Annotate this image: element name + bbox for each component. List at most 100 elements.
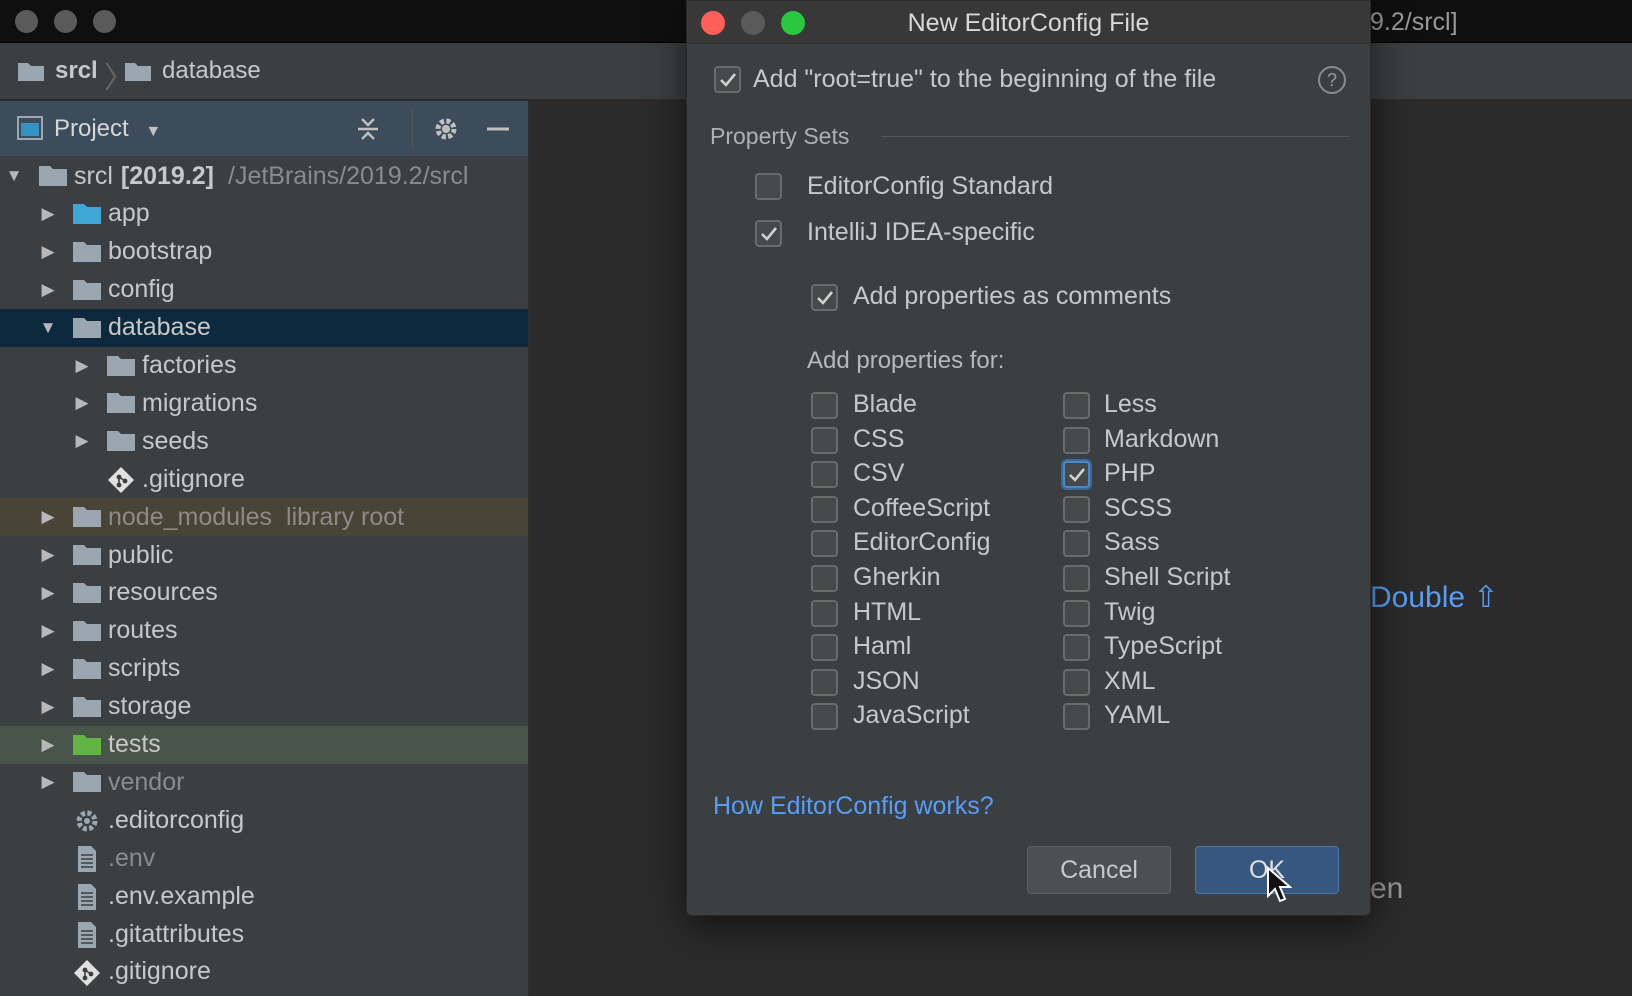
expanded-arrow-icon[interactable]: ▼: [38, 318, 58, 338]
language-editorconfig-checkbox[interactable]: [811, 530, 838, 558]
window-close-button[interactable]: [15, 10, 38, 33]
tree-item-gitattributes[interactable]: .gitattributes: [0, 915, 528, 953]
language-scss-checkbox[interactable]: [1063, 495, 1090, 523]
tree-item-config[interactable]: ▶ config: [0, 271, 528, 309]
tree-item-label: resources: [108, 578, 218, 607]
tree-item-name: .env: [108, 843, 156, 872]
tree-item-name: node_modules: [108, 502, 273, 531]
tree-item-env[interactable]: .env: [0, 839, 528, 877]
folder-icon: [72, 769, 102, 795]
help-icon[interactable]: ?: [1318, 66, 1346, 94]
tree-item-env-example[interactable]: .env.example: [0, 877, 528, 915]
window-title: 9.2/srcl]: [1370, 8, 1458, 36]
collapsed-arrow-icon[interactable]: ▶: [38, 772, 58, 792]
tree-item-factories[interactable]: ▶ factories: [0, 347, 528, 385]
checkmark-icon: [760, 226, 777, 241]
collapse-all-icon[interactable]: [352, 113, 384, 145]
intellij-specific-checkbox[interactable]: [755, 220, 782, 247]
tree-item-label: node_modules library root: [108, 503, 404, 532]
collapsed-arrow-icon[interactable]: ▶: [38, 621, 58, 641]
project-tool-window: Project ▼ ▼ srcl [2019.2] /JetBrains/2019.2…: [0, 101, 529, 996]
language-php-checkbox[interactable]: [1063, 461, 1090, 489]
tree-item-seeds[interactable]: ▶ seeds: [0, 422, 528, 460]
tree-item-label: storage: [108, 692, 191, 721]
language-gherkin-checkbox[interactable]: [811, 565, 838, 592]
language-xml-checkbox[interactable]: [1063, 668, 1090, 696]
tree-item-gitignore[interactable]: .gitignore: [0, 460, 528, 498]
language-twig-checkbox[interactable]: [1063, 599, 1090, 627]
how-editorconfig-works-link[interactable]: How EditorConfig works?: [713, 792, 994, 821]
breadcrumb-item-srcl[interactable]: srcl: [17, 57, 98, 85]
language-css-label: CSS: [853, 424, 905, 453]
tree-item-label: seeds: [142, 427, 209, 456]
collapsed-arrow-icon[interactable]: ▶: [38, 735, 58, 755]
tree-item-label: srcl [2019.2] /JetBrains/2019.2/srcl: [74, 162, 468, 191]
window-zoom-button[interactable]: [93, 10, 116, 33]
collapsed-arrow-icon[interactable]: ▶: [72, 393, 92, 413]
tree-item-app[interactable]: ▶ app: [0, 195, 528, 233]
language-shell-script-label: Shell Script: [1104, 563, 1231, 591]
language-shell-script-checkbox[interactable]: [1063, 565, 1090, 592]
language-sass-checkbox[interactable]: [1063, 530, 1090, 558]
tree-item-label: .gitattributes: [108, 920, 244, 949]
collapsed-arrow-icon[interactable]: ▶: [38, 507, 58, 527]
intellij-specific-label: IntelliJ IDEA-specific: [807, 218, 1035, 246]
breadcrumb-item-database[interactable]: database: [124, 57, 261, 85]
tree-item-tests[interactable]: ▶ tests: [0, 725, 528, 764]
tree-item-storage[interactable]: ▶ storage: [0, 688, 528, 726]
tree-item-scripts[interactable]: ▶ scripts: [0, 650, 528, 688]
language-blade-checkbox[interactable]: [811, 392, 838, 419]
tree-item-gitignore[interactable]: .gitignore: [0, 953, 528, 991]
project-view-label: Project: [54, 115, 129, 142]
collapsed-arrow-icon[interactable]: ▶: [38, 583, 58, 603]
language-php-label: PHP: [1104, 459, 1156, 488]
tree-item-vendor[interactable]: ▶ vendor: [0, 763, 528, 801]
language-haml-checkbox[interactable]: [811, 634, 838, 662]
folder-icon: [72, 277, 102, 303]
collapsed-arrow-icon[interactable]: ▶: [38, 545, 58, 565]
tree-item-name: resources: [108, 578, 218, 607]
hide-panel-icon[interactable]: [482, 113, 514, 145]
expanded-arrow-icon[interactable]: ▼: [4, 166, 24, 186]
language-markdown-checkbox[interactable]: [1063, 426, 1090, 454]
tree-item-srcl[interactable]: ▼ srcl [2019.2] /JetBrains/2019.2/srcl: [0, 157, 528, 195]
language-css-checkbox[interactable]: [811, 426, 838, 454]
language-less-checkbox[interactable]: [1063, 392, 1090, 419]
root-true-checkbox[interactable]: [714, 66, 741, 93]
tree-item-editorconfig[interactable]: .editorconfig: [0, 801, 528, 839]
add-comments-checkbox[interactable]: [811, 284, 838, 311]
folder-icon: [72, 580, 102, 606]
tree-item-migrations[interactable]: ▶ migrations: [0, 384, 528, 422]
collapsed-arrow-icon[interactable]: ▶: [38, 280, 58, 300]
collapsed-arrow-icon[interactable]: ▶: [72, 356, 92, 376]
language-javascript-checkbox[interactable]: [811, 703, 838, 731]
tree-item-database[interactable]: ▼ database: [0, 308, 528, 347]
gear-icon[interactable]: [430, 113, 462, 145]
tree-item-public[interactable]: ▶ public: [0, 536, 528, 574]
tree-item-node-modules[interactable]: ▶ node_modules library root: [0, 498, 528, 537]
language-json-checkbox[interactable]: [811, 668, 838, 696]
tree-item-name: seeds: [142, 426, 209, 455]
window-minimize-button[interactable]: [54, 10, 77, 33]
tree-item-resources[interactable]: ▶ resources: [0, 574, 528, 612]
collapsed-arrow-icon[interactable]: ▶: [72, 431, 92, 451]
language-typescript-checkbox[interactable]: [1063, 634, 1090, 662]
tree-item-routes[interactable]: ▶ routes: [0, 612, 528, 650]
language-yaml-checkbox[interactable]: [1063, 703, 1090, 731]
tree-item-name: routes: [108, 616, 178, 645]
cancel-button[interactable]: Cancel: [1027, 846, 1171, 894]
tree-item-label: config: [108, 275, 175, 304]
collapsed-arrow-icon[interactable]: ▶: [38, 697, 58, 717]
language-csv-checkbox[interactable]: [811, 461, 838, 489]
editorconfig-standard-checkbox[interactable]: [755, 173, 782, 200]
tree-item-label: scripts: [108, 654, 180, 683]
collapsed-arrow-icon[interactable]: ▶: [38, 204, 58, 224]
language-html-checkbox[interactable]: [811, 599, 838, 627]
collapsed-arrow-icon[interactable]: ▶: [38, 242, 58, 262]
project-view-selector[interactable]: Project ▼: [54, 115, 161, 143]
language-javascript-label: JavaScript: [853, 701, 970, 730]
tree-item-bootstrap[interactable]: ▶ bootstrap: [0, 233, 528, 271]
tree-item-name: app: [108, 199, 150, 228]
collapsed-arrow-icon[interactable]: ▶: [38, 659, 58, 679]
language-coffeescript-checkbox[interactable]: [811, 495, 838, 523]
